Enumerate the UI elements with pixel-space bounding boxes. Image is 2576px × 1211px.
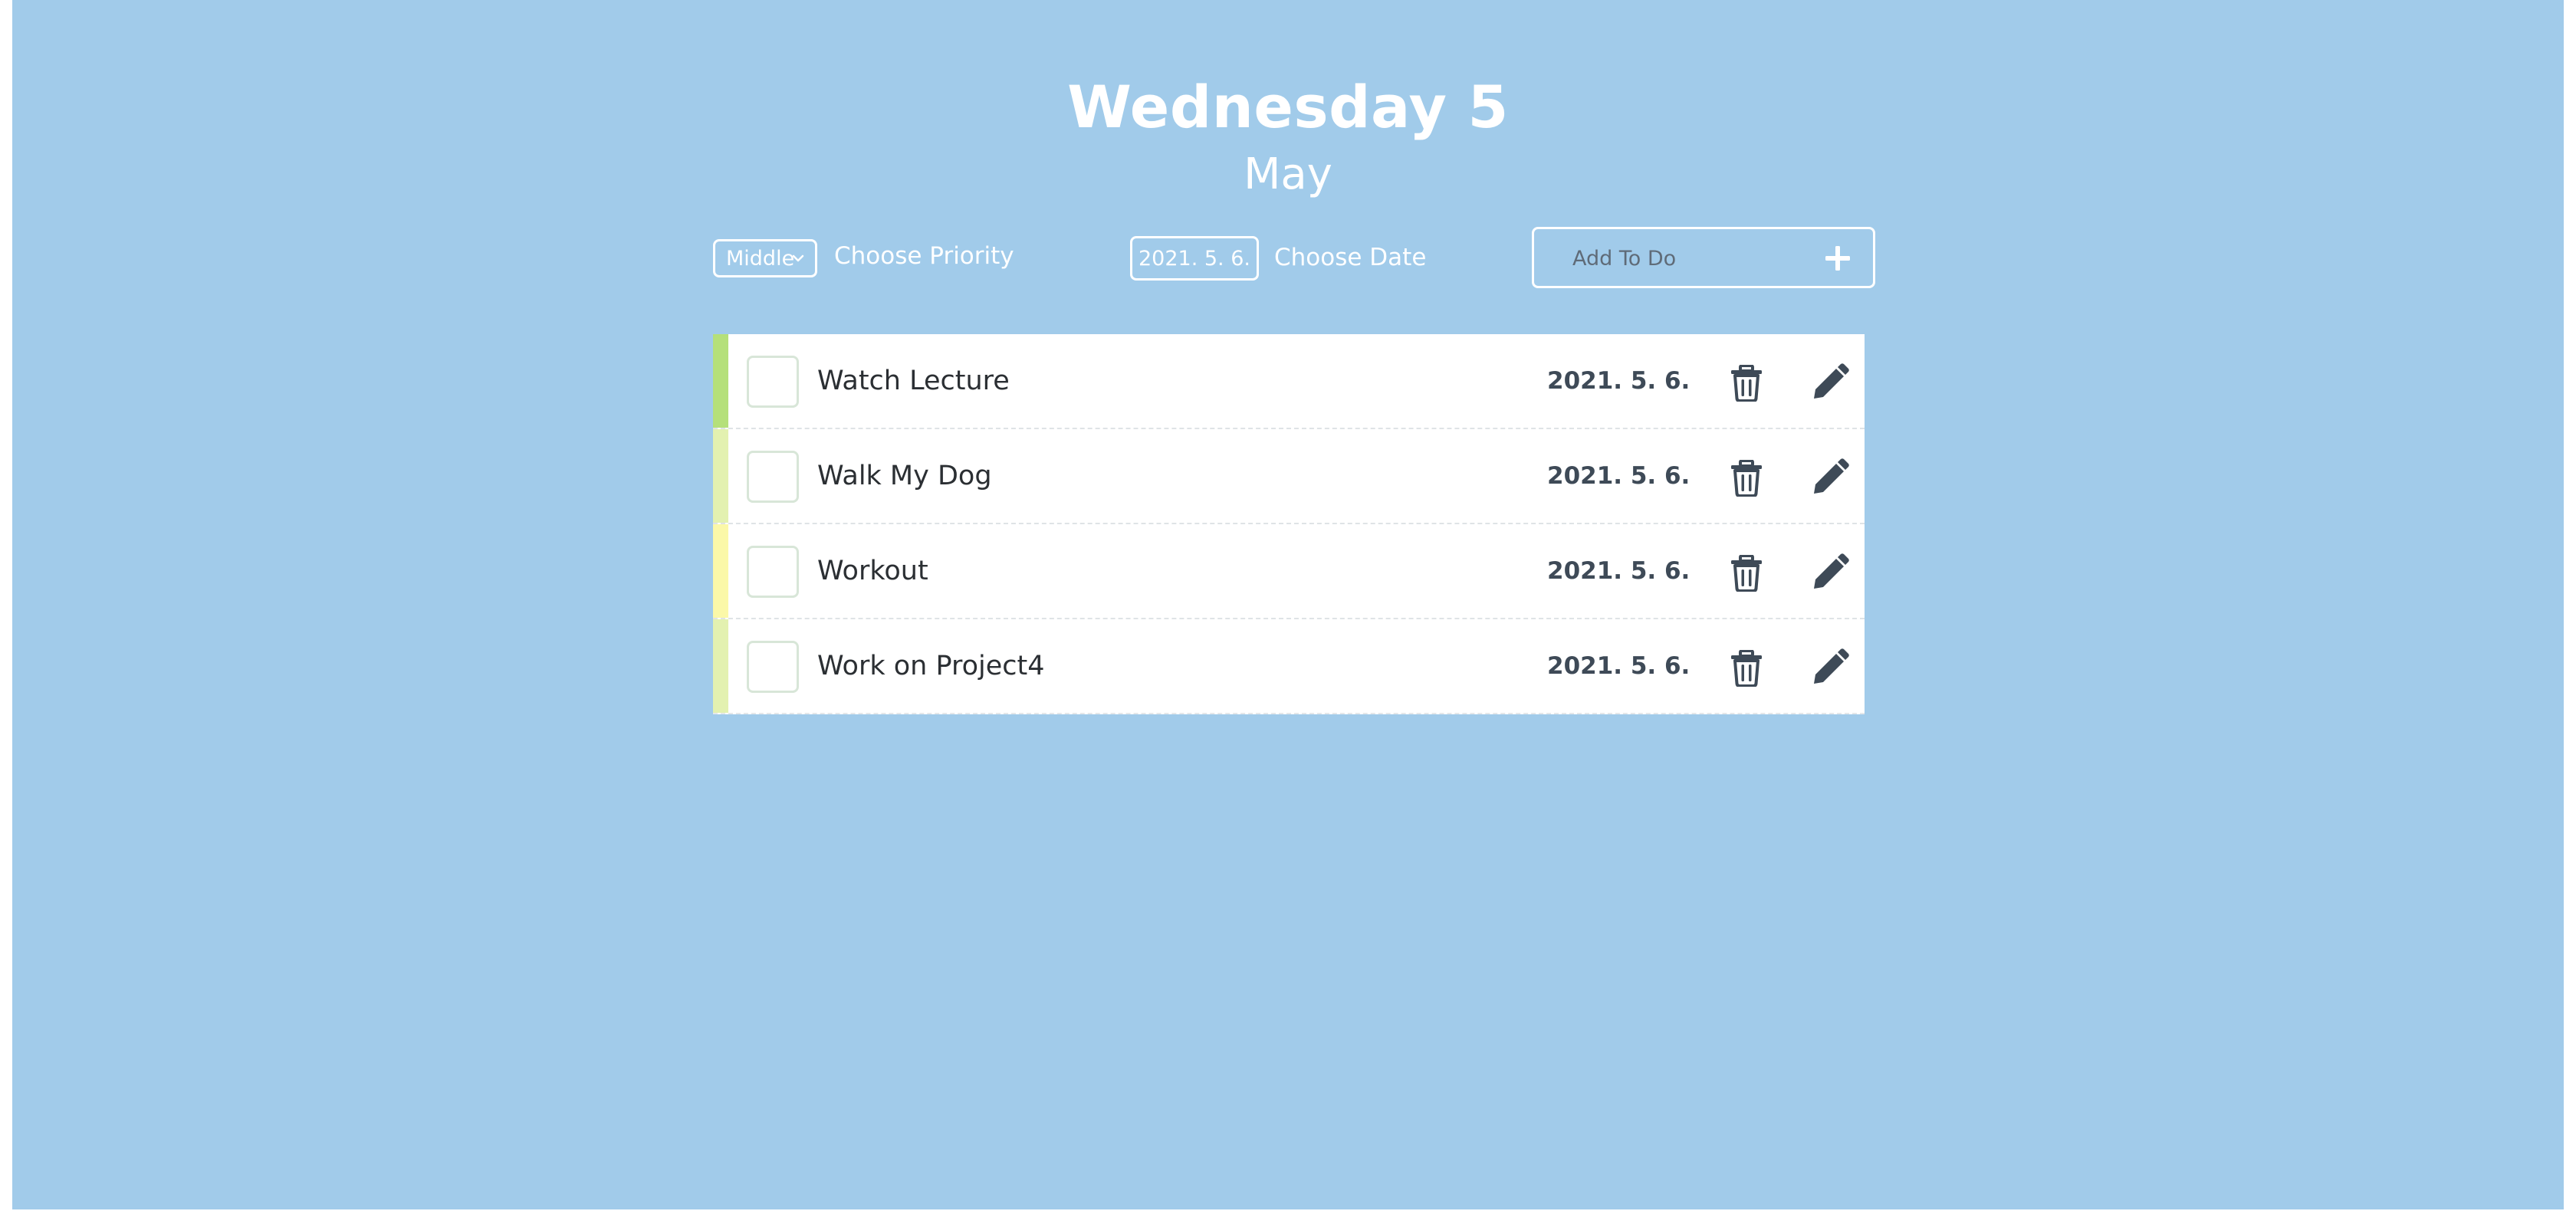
trash-icon[interactable] — [1730, 555, 1763, 592]
date-label: Choose Date — [1274, 244, 1427, 271]
todo-item: Watch Lecture 2021. 5. 6. — [713, 334, 1865, 429]
todo-date: 2021. 5. 6. — [1547, 557, 1691, 585]
todo-item: Work on Project4 2021. 5. 6. — [713, 619, 1865, 714]
todo-title: Watch Lecture — [817, 366, 1010, 396]
todo-checkbox[interactable] — [747, 356, 799, 408]
todo-list: Watch Lecture 2021. 5. 6. Walk My Dog 20… — [713, 334, 1865, 714]
todo-item: Workout 2021. 5. 6. — [713, 524, 1865, 619]
todo-checkbox[interactable] — [747, 546, 799, 598]
day-title: Wednesday 5 — [1067, 73, 1509, 141]
trash-icon[interactable] — [1730, 650, 1763, 687]
trash-icon[interactable] — [1730, 365, 1763, 402]
todo-title: Walk My Dog — [817, 461, 992, 491]
todo-checkbox[interactable] — [747, 641, 799, 693]
todo-app: Wednesday 5 May Middle Choose Priority 2… — [12, 0, 2564, 1209]
todo-title: Work on Project4 — [817, 651, 1045, 681]
priority-indicator — [713, 334, 728, 428]
priority-indicator — [713, 524, 728, 618]
month-title: May — [1244, 149, 1332, 199]
add-todo-box — [1532, 227, 1875, 288]
pencil-icon[interactable] — [1811, 553, 1849, 592]
todo-controls: Middle Choose Priority 2021. 5. 6. Choos… — [713, 227, 1875, 288]
priority-indicator — [713, 619, 728, 713]
trash-icon[interactable] — [1730, 460, 1763, 497]
plus-icon[interactable] — [1824, 244, 1852, 272]
priority-indicator — [713, 429, 728, 523]
add-todo-input[interactable] — [1572, 243, 1802, 274]
pencil-icon[interactable] — [1811, 458, 1849, 497]
priority-select[interactable]: Middle — [713, 239, 817, 277]
pencil-icon[interactable] — [1811, 648, 1849, 687]
todo-date: 2021. 5. 6. — [1547, 652, 1691, 680]
priority-select-value: Middle — [726, 246, 795, 271]
chevron-down-icon — [792, 254, 804, 262]
date-header: Wednesday 5 May — [12, 67, 2564, 204]
date-input[interactable]: 2021. 5. 6. — [1130, 236, 1259, 281]
todo-title: Workout — [817, 556, 928, 586]
todo-date: 2021. 5. 6. — [1547, 367, 1691, 395]
priority-label: Choose Priority — [834, 242, 1014, 270]
pencil-icon[interactable] — [1811, 363, 1849, 402]
todo-checkbox[interactable] — [747, 451, 799, 503]
todo-item: Walk My Dog 2021. 5. 6. — [713, 429, 1865, 524]
todo-date: 2021. 5. 6. — [1547, 462, 1691, 490]
